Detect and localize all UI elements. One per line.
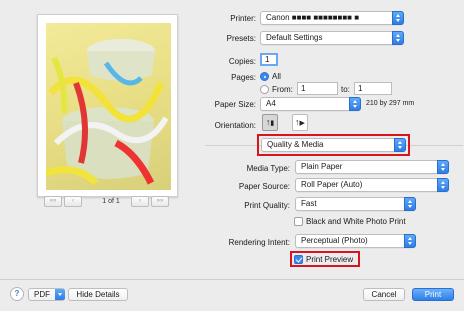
- rendering-intent-label: Rendering Intent:: [228, 238, 290, 247]
- media-type-popup[interactable]: Plain Paper: [295, 160, 449, 174]
- presets-value: Default Settings: [266, 33, 323, 42]
- presets-stepper-icon: [392, 31, 404, 45]
- print-button[interactable]: Print: [412, 288, 454, 301]
- pages-from-radio[interactable]: [260, 85, 269, 94]
- bw-photo-checkbox[interactable]: [294, 217, 303, 226]
- landscape-orientation-button[interactable]: ↑▶: [292, 114, 308, 131]
- section-menu-value: Quality & Media: [267, 140, 324, 149]
- rendering-intent-value: Perceptual (Photo): [301, 236, 368, 245]
- last-page-button[interactable]: »»: [151, 196, 169, 207]
- first-page-button[interactable]: ««: [44, 196, 62, 207]
- print-preview-checkbox[interactable]: [294, 255, 303, 264]
- presets-label: Presets:: [226, 34, 256, 43]
- help-button[interactable]: ?: [10, 287, 24, 301]
- printer-value: Canon ■■■■ ■■■■■■■■ ■: [266, 13, 360, 22]
- rendering-intent-popup[interactable]: Perceptual (Photo): [295, 234, 416, 248]
- pdf-label: PDF: [34, 290, 50, 299]
- footer-divider: [0, 279, 464, 280]
- paper-source-label: Paper Source:: [238, 182, 290, 191]
- pages-from-label: From:: [272, 85, 293, 94]
- portrait-icon: ↑▮: [265, 117, 275, 127]
- landscape-icon: ↑▶: [295, 117, 305, 127]
- printer-popup[interactable]: Canon ■■■■ ■■■■■■■■ ■: [260, 11, 404, 25]
- cancel-button[interactable]: Cancel: [363, 288, 405, 301]
- copies-label: Copies:: [228, 57, 256, 66]
- print-preview-label: Print Preview: [306, 255, 354, 264]
- bw-photo-label: Black and White Photo Print: [306, 217, 406, 226]
- print-quality-stepper-icon: [404, 197, 416, 211]
- paper-dimensions: 210 by 297 mm: [366, 100, 415, 107]
- print-preview-page: [37, 14, 178, 197]
- portrait-orientation-button[interactable]: ↑▮: [262, 114, 278, 131]
- paper-source-value: Roll Paper (Auto): [301, 180, 363, 189]
- help-icon: ?: [14, 289, 20, 298]
- next-page-button[interactable]: ›: [131, 196, 149, 207]
- page-indicator: 1 of 1: [102, 198, 120, 205]
- pages-to-label: to:: [341, 85, 350, 94]
- print-quality-value: Fast: [301, 199, 317, 208]
- paper-source-stepper-icon: [437, 178, 449, 192]
- pages-all-label: All: [272, 72, 281, 81]
- pages-all-radio[interactable]: [260, 72, 269, 81]
- paper-size-label: Paper Size:: [214, 100, 256, 109]
- printer-stepper-icon: [392, 11, 404, 25]
- printer-label: Printer:: [230, 14, 256, 23]
- hide-details-button[interactable]: Hide Details: [68, 288, 128, 301]
- preview-photo-art: [46, 39, 169, 186]
- copies-field[interactable]: 1: [260, 53, 278, 66]
- pages-to-field[interactable]: 1: [354, 82, 392, 95]
- media-type-label: Media Type:: [246, 164, 290, 173]
- pdf-dropdown-arrow-icon[interactable]: [55, 289, 65, 300]
- pages-label: Pages:: [231, 73, 256, 82]
- media-type-value: Plain Paper: [301, 162, 343, 171]
- section-menu-stepper-icon: [394, 138, 406, 152]
- pages-from-field[interactable]: 1: [297, 82, 338, 95]
- print-quality-popup[interactable]: Fast: [295, 197, 416, 211]
- media-type-stepper-icon: [437, 160, 449, 174]
- orientation-label: Orientation:: [214, 121, 256, 130]
- preview-navigation: «« ‹ 1 of 1 › »»: [44, 196, 177, 208]
- paper-source-popup[interactable]: Roll Paper (Auto): [295, 178, 449, 192]
- section-menu-popup[interactable]: Quality & Media: [261, 138, 406, 152]
- rendering-intent-stepper-icon: [404, 234, 416, 248]
- paper-size-stepper-icon: [349, 97, 361, 111]
- print-quality-label: Print Quality:: [244, 201, 290, 210]
- preview-photo: [46, 23, 171, 190]
- paper-size-popup[interactable]: A4: [260, 97, 361, 111]
- previous-page-button[interactable]: ‹: [64, 196, 82, 207]
- presets-popup[interactable]: Default Settings: [260, 31, 404, 45]
- paper-size-value: A4: [266, 99, 276, 108]
